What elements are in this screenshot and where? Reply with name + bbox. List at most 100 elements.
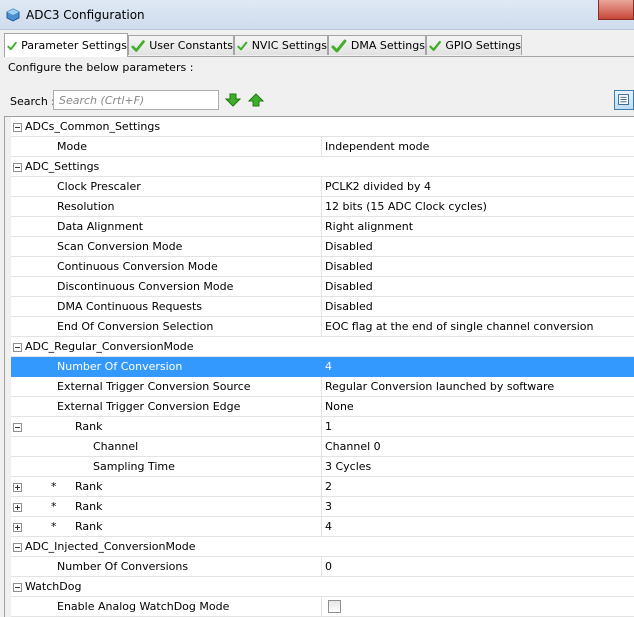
param-value[interactable]: Channel 0 xyxy=(325,440,381,453)
param-row-mode[interactable]: Mode Independent mode xyxy=(5,137,634,157)
search-label: Search : xyxy=(10,95,55,108)
row-gutter xyxy=(5,157,11,177)
collapse-toggle-icon[interactable] xyxy=(13,343,22,352)
param-value[interactable]: Disabled xyxy=(325,240,373,253)
param-row-dma-continuous-requests[interactable]: DMA Continuous Requests Disabled xyxy=(5,297,634,317)
param-value[interactable]: Disabled xyxy=(325,260,373,273)
view-mode-button[interactable] xyxy=(614,90,634,110)
param-row-rank-2[interactable]: * Rank 2 xyxy=(5,477,634,497)
tab-parameter-settings[interactable]: Parameter Settings xyxy=(4,33,128,57)
param-value[interactable]: None xyxy=(325,400,354,413)
tab-user-constants[interactable]: User Constants xyxy=(128,35,234,55)
param-value[interactable]: 1 xyxy=(325,420,332,433)
collapse-toggle-icon[interactable] xyxy=(13,583,22,592)
check-icon xyxy=(131,39,145,52)
parameter-tree-grid: ADCs_Common_Settings Mode Independent mode… xyxy=(4,116,634,617)
search-input[interactable] xyxy=(53,90,219,110)
param-label: Rank xyxy=(75,500,103,513)
expand-toggle-icon[interactable] xyxy=(13,483,22,492)
row-gutter xyxy=(5,337,11,357)
param-row-rank-3[interactable]: * Rank 3 xyxy=(5,497,634,517)
group-row-adc-injected-conversionmode[interactable]: ADC_Injected_ConversionMode xyxy=(5,537,634,557)
param-label: Discontinuous Conversion Mode xyxy=(57,280,234,293)
search-next-arrow-down-icon[interactable] xyxy=(225,92,241,108)
close-button[interactable] xyxy=(598,0,634,20)
param-row-discontinuous-conversion-mode[interactable]: Discontinuous Conversion Mode Disabled xyxy=(5,277,634,297)
row-gutter xyxy=(5,257,11,277)
param-label: Number Of Conversions xyxy=(57,560,189,573)
check-icon xyxy=(237,41,248,50)
param-value[interactable]: PCLK2 divided by 4 xyxy=(325,180,431,193)
param-row-number-of-conversions[interactable]: Number Of Conversions 0 xyxy=(5,557,634,577)
collapse-toggle-icon[interactable] xyxy=(13,163,22,172)
tab-strip: Parameter Settings User Constants NVIC Set… xyxy=(4,33,630,57)
row-gutter xyxy=(5,317,11,337)
group-row-adcs-common-settings[interactable]: ADCs_Common_Settings xyxy=(5,117,634,137)
param-value[interactable]: 3 Cycles xyxy=(325,460,371,473)
collapse-toggle-icon[interactable] xyxy=(13,543,22,552)
panel-description: Configure the below parameters : xyxy=(8,61,194,74)
row-gutter xyxy=(5,117,11,137)
param-row-number-of-conversion[interactable]: Number Of Conversion 4 xyxy=(5,357,634,377)
param-value[interactable]: Disabled xyxy=(325,300,373,313)
tab-label: Parameter Settings xyxy=(21,39,127,52)
list-view-icon xyxy=(618,94,629,105)
window-title: ADC3 Configuration xyxy=(26,8,145,22)
expand-toggle-icon[interactable] xyxy=(13,503,22,512)
param-label: External Trigger Conversion Source xyxy=(57,380,251,393)
param-value[interactable]: 4 xyxy=(325,360,332,373)
column-separator xyxy=(321,317,322,337)
param-row-sampling-time[interactable]: Sampling Time 3 Cycles xyxy=(5,457,634,477)
param-row-external-trigger-conversion-source[interactable]: External Trigger Conversion Source Regula… xyxy=(5,377,634,397)
tab-nvic-settings[interactable]: NVIC Settings xyxy=(234,35,328,55)
group-row-watchdog[interactable]: WatchDog xyxy=(5,577,634,597)
column-separator xyxy=(321,237,322,257)
collapse-toggle-icon[interactable] xyxy=(13,423,22,432)
param-value[interactable]: 3 xyxy=(325,500,332,513)
param-value[interactable]: 4 xyxy=(325,520,332,533)
param-value[interactable]: Disabled xyxy=(325,280,373,293)
group-row-adc-settings[interactable]: ADC_Settings xyxy=(5,157,634,177)
tab-label: NVIC Settings xyxy=(251,39,327,52)
column-separator xyxy=(321,277,322,297)
param-value[interactable]: EOC flag at the end of single channel co… xyxy=(325,320,593,333)
row-gutter xyxy=(5,477,11,497)
param-row-continuous-conversion-mode[interactable]: Continuous Conversion Mode Disabled xyxy=(5,257,634,277)
search-prev-arrow-up-icon[interactable] xyxy=(248,92,264,108)
param-row-rank-1[interactable]: Rank 1 xyxy=(5,417,634,437)
group-row-adc-regular-conversionmode[interactable]: ADC_Regular_ConversionMode xyxy=(5,337,634,357)
param-row-external-trigger-conversion-edge[interactable]: External Trigger Conversion Edge None xyxy=(5,397,634,417)
param-row-clock-prescaler[interactable]: Clock Prescaler PCLK2 divided by 4 xyxy=(5,177,634,197)
param-label: Scan Conversion Mode xyxy=(57,240,183,253)
param-value[interactable]: 0 xyxy=(325,560,332,573)
collapse-toggle-icon[interactable] xyxy=(13,123,22,132)
param-row-end-of-conversion-selection[interactable]: End Of Conversion Selection EOC flag at t… xyxy=(5,317,634,337)
param-row-rank-4[interactable]: * Rank 4 xyxy=(5,517,634,537)
param-row-channel[interactable]: Channel Channel 0 xyxy=(5,437,634,457)
param-label: Resolution xyxy=(57,200,115,213)
column-separator xyxy=(321,397,322,417)
param-row-enable-analog-watchdog-mode[interactable]: Enable Analog WatchDog Mode xyxy=(5,597,634,617)
app-cube-icon xyxy=(6,8,20,22)
param-row-resolution[interactable]: Resolution 12 bits (15 ADC Clock cycles) xyxy=(5,197,634,217)
watchdog-checkbox[interactable] xyxy=(328,600,341,613)
param-label: Enable Analog WatchDog Mode xyxy=(57,600,230,613)
param-row-data-alignment[interactable]: Data Alignment Right alignment xyxy=(5,217,634,237)
group-label: WatchDog xyxy=(25,580,82,593)
param-row-scan-conversion-mode[interactable]: Scan Conversion Mode Disabled xyxy=(5,237,634,257)
param-value[interactable]: Regular Conversion launched by software xyxy=(325,380,554,393)
row-gutter xyxy=(5,297,11,317)
param-value[interactable]: Right alignment xyxy=(325,220,413,233)
column-separator xyxy=(321,257,322,277)
row-gutter xyxy=(5,417,11,437)
row-gutter xyxy=(5,597,11,617)
tab-dma-settings[interactable]: DMA Settings xyxy=(328,35,426,55)
param-value[interactable]: 2 xyxy=(325,480,332,493)
param-label: External Trigger Conversion Edge xyxy=(57,400,241,413)
param-value[interactable]: Independent mode xyxy=(325,140,429,153)
expand-toggle-icon[interactable] xyxy=(13,523,22,532)
param-value[interactable]: 12 bits (15 ADC Clock cycles) xyxy=(325,200,487,213)
tab-label: DMA Settings xyxy=(350,39,425,52)
tab-gpio-settings[interactable]: GPIO Settings xyxy=(426,35,522,55)
param-label: Sampling Time xyxy=(93,460,175,473)
